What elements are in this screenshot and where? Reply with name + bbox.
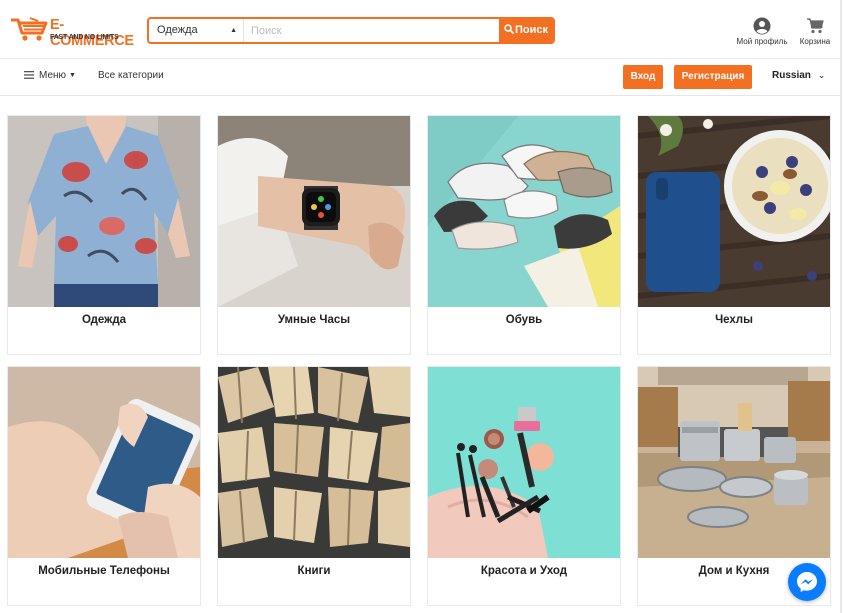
cart-link[interactable]: Корзина [797,17,833,46]
category-image [428,367,620,558]
sneakers-photo [428,116,620,307]
shopping-cart-icon [807,18,824,34]
category-select[interactable]: Одежда ▲ [149,19,244,42]
page-frame: E-COMMERCE FAST AND NO LIMITS Одежда ▲ П… [0,0,842,613]
search-input[interactable] [245,19,497,42]
top-header: E-COMMERCE FAST AND NO LIMITS Одежда ▲ П… [0,0,842,59]
caret-down-icon: ▼ [69,72,76,79]
profile-label: Мой профиль [736,37,788,46]
smartwatch-photo [218,116,410,307]
category-image [218,367,410,558]
phone-case-photo [638,116,830,307]
category-image [428,116,620,307]
books-photo [218,367,410,558]
category-card-cases[interactable]: Чехлы [637,115,831,355]
select-arrows-icon: ▲ [230,27,237,34]
category-label: Мобильные Телефоны [38,565,170,577]
search-icon [504,24,514,34]
category-card-books[interactable]: Книги [217,366,411,606]
brand-logo[interactable]: E-COMMERCE FAST AND NO LIMITS [10,13,134,49]
messenger-chat-button[interactable] [788,563,826,601]
category-label: Чехлы [715,314,753,326]
category-select-value: Одежда [157,24,198,36]
smartphone-photo [8,367,200,558]
menu-toggle[interactable]: Меню ▼ [24,70,76,81]
search-button[interactable]: Поиск [499,19,553,42]
category-label: Книги [297,565,331,577]
category-label: Умные Часы [277,314,351,326]
nav-bar: Меню ▼ Все категории Вход Регистрация Rus… [0,59,842,96]
category-card-beauty[interactable]: Красота и Уход [427,366,621,606]
blouse-photo [8,116,200,307]
category-card-shoes[interactable]: Обувь [427,115,621,355]
search-button-label: Поиск [514,24,548,36]
brand-subtitle: FAST AND NO LIMITS [50,34,119,41]
cart-label: Корзина [799,37,831,46]
category-label: Красота и Уход [480,565,568,577]
profile-link[interactable]: Мой профиль [736,17,788,46]
messenger-icon [797,572,817,592]
category-card-mobile-phones[interactable]: Мобильные Телефоны [7,366,201,606]
hamburger-icon [24,71,34,79]
login-button[interactable]: Вход [623,65,663,89]
category-label: Обувь [505,314,543,326]
menu-label: Меню [39,70,67,81]
category-card-clothing[interactable]: Одежда [7,115,201,355]
language-select[interactable]: Russian ⌄ [772,70,825,81]
kitchen-photo [638,367,830,558]
cart-logo-icon [11,17,48,41]
register-button[interactable]: Регистрация [674,65,752,89]
user-circle-icon [753,17,771,35]
cosmetics-photo [428,367,620,558]
category-image [8,367,200,558]
category-image [638,367,830,558]
category-image [638,116,830,307]
category-image [8,116,200,307]
category-image [218,116,410,307]
all-categories-link[interactable]: Все категории [98,70,164,81]
category-card-smartwatches[interactable]: Умные Часы [217,115,411,355]
language-value: Russian [772,70,811,81]
chevron-down-icon: ⌄ [817,70,826,80]
search-bar: Одежда ▲ Поиск [147,17,555,44]
category-label: Одежда [81,314,127,326]
